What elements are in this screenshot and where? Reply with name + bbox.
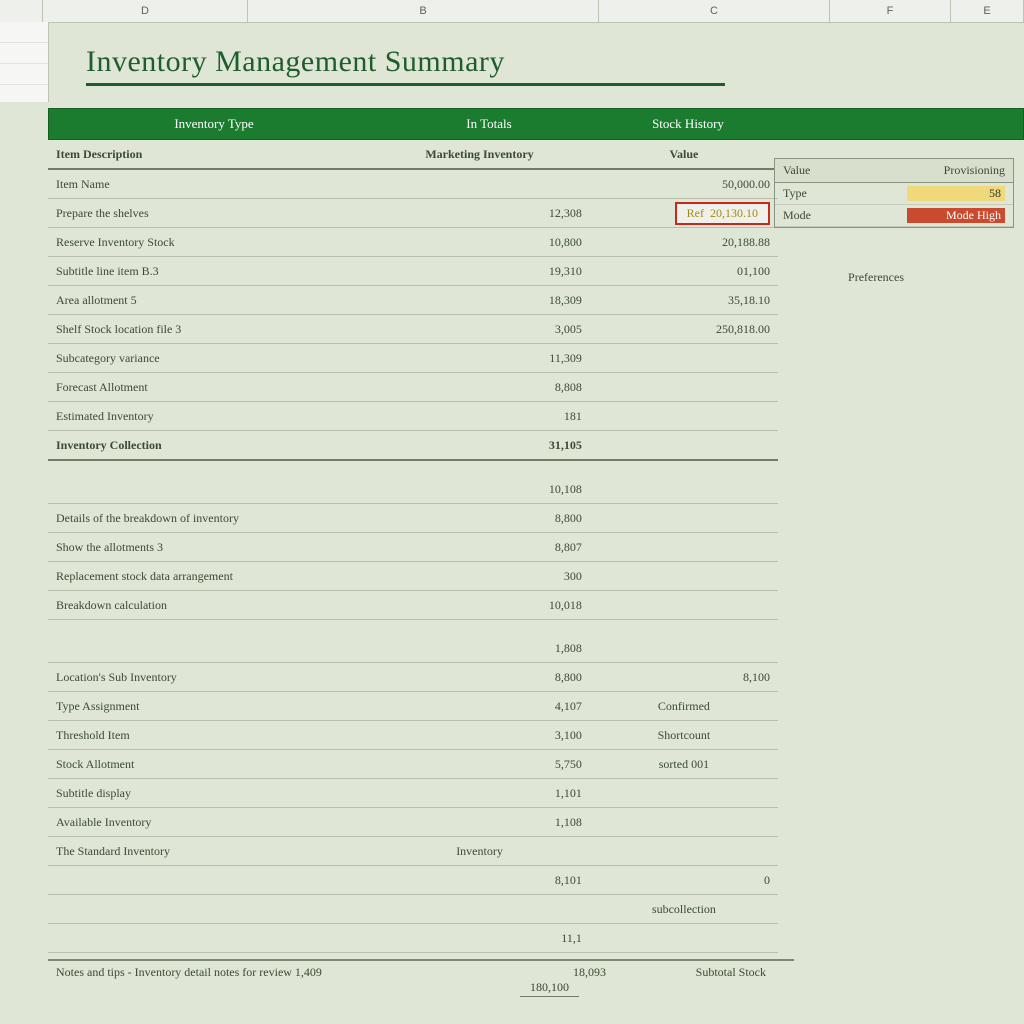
table-row: Shelf Stock location file 33,005250,818.… [48,315,778,344]
total-right: Subtotal Stock [606,965,766,980]
total-row: Notes and tips - Inventory detail notes … [48,959,794,984]
table-row: Show the allotments 38,807 [48,533,778,562]
subheader-mid: Marketing Inventory [369,140,590,169]
footer-value: 180,100 [520,980,579,997]
table-row: Available Inventory1,108 [48,808,778,837]
table-row: 11,1 [48,924,778,953]
column-header-strip: D B C F E [0,0,1024,23]
column-letter-f[interactable]: F [830,0,951,22]
total-mid: 18,093 [386,965,606,980]
side-header-left: Value [783,163,944,178]
table-row: 8,1010 [48,866,778,895]
table-row: Type Assignment4,107Confirmed [48,692,778,721]
table-row: Breakdown calculation10,018 [48,591,778,620]
side-label: Preferences [848,270,904,285]
column-letter-b[interactable]: B [248,0,599,22]
table-row: Subtitle line item B.319,31001,100 [48,257,778,286]
table-header-bar: Inventory Type In Totals Stock History [48,108,1024,140]
table-row: Threshold Item3,100Shortcount [48,721,778,750]
table-row: Subcategory variance11,309 [48,344,778,373]
table-row: Reserve Inventory Stock10,80020,188.88 [48,228,778,257]
side-row: Type 58 [775,183,1013,205]
side-header-right: Provisioning [944,163,1005,178]
page-title: Inventory Management Summary [86,45,725,86]
table-row: 1,808 [48,634,778,663]
status-badge: Mode High [907,208,1005,223]
table-row: subcollection [48,895,778,924]
table-row: Area allotment 518,30935,18.10 [48,286,778,315]
header-inventory-type: Inventory Type [49,116,379,132]
table-row: Prepare the shelves12,308Ref 20,130.10 [48,199,778,228]
table-row: Estimated Inventory181 [48,402,778,431]
column-letter-c[interactable]: C [599,0,830,22]
table-row: Replacement stock data arrangement300 [48,562,778,591]
status-badge: 58 [907,186,1005,201]
column-letter-d[interactable]: D [43,0,248,22]
table-row: Inventory Collection31,105 [48,431,778,461]
highlighted-cell: Ref 20,130.10 [675,202,770,225]
table-row: Item Name50,000.00 [48,169,778,199]
table-row: The Standard InventoryInventory [48,837,778,866]
side-panel: Value Provisioning Type 58 Mode Mode Hig… [774,158,1014,228]
inventory-table[interactable]: Item Description Marketing Inventory Val… [48,140,778,953]
table-row: Forecast Allotment8,808 [48,373,778,402]
table-row: Stock Allotment5,750sorted 001 [48,750,778,779]
column-letter-e[interactable]: E [951,0,1024,22]
side-row: Mode Mode High [775,205,1013,227]
total-label: Notes and tips - Inventory detail notes … [56,965,386,980]
subheader-left: Item Description [48,140,369,169]
table-row: Details of the breakdown of inventory8,8… [48,504,778,533]
subheader-right: Value [590,140,778,169]
table-row: 10,108 [48,475,778,504]
table-row: Location's Sub Inventory8,8008,100 [48,663,778,692]
header-stock-history: Stock History [599,116,777,132]
table-row: Subtitle display1,101 [48,779,778,808]
header-in-totals: In Totals [379,116,599,132]
